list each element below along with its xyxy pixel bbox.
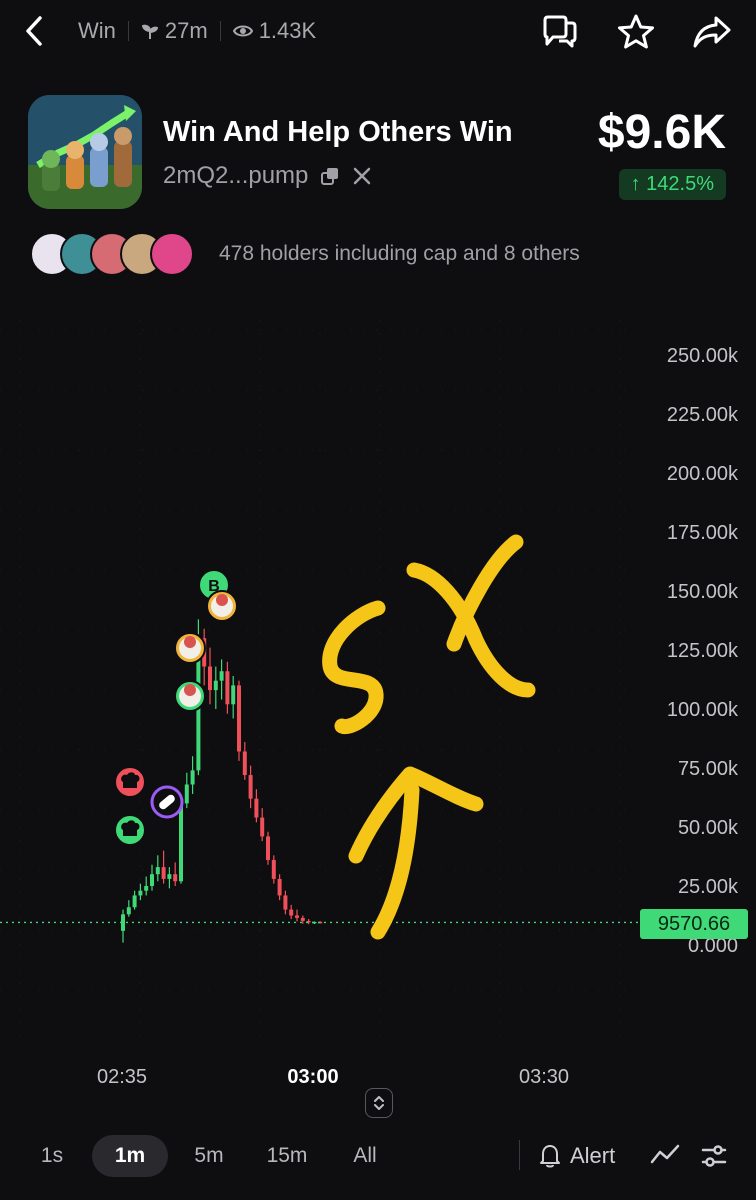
divider [519, 1140, 520, 1170]
avatar-icon [216, 594, 228, 606]
token-address-row: 2mQ2...pump [163, 162, 372, 190]
copy-icon[interactable] [320, 166, 340, 186]
candle-body [289, 909, 294, 916]
candle-body [277, 878, 282, 896]
candle-body [132, 895, 137, 908]
y-tick-label: 125.00k [667, 640, 739, 662]
ticker-label: Win [78, 18, 116, 43]
candle-body [237, 685, 241, 752]
indicator-line-icon[interactable] [650, 1142, 680, 1168]
candle-body [219, 671, 224, 681]
handwritten-annotation [406, 562, 536, 698]
candle-body [231, 685, 236, 705]
avatar-icon [184, 684, 196, 696]
candle-body [254, 798, 259, 818]
candle-body [225, 671, 230, 705]
tf-15m[interactable]: 15m [256, 1135, 318, 1177]
x-tick-label: 02:35 [97, 1066, 147, 1088]
holders-summary: 478 holders including cap and 8 others [219, 242, 580, 265]
candle-body [155, 867, 160, 875]
candle-body [242, 751, 247, 776]
chevron-up-down-icon [374, 1096, 384, 1110]
age-label: 27m [164, 18, 208, 43]
tf-5m[interactable]: 5m [182, 1135, 236, 1177]
candle-body [300, 917, 305, 921]
sprout-icon [141, 24, 159, 39]
candle-body [190, 770, 195, 785]
candle-body [213, 680, 218, 691]
candle-body [208, 666, 212, 691]
current-price-label: 9570.66 [640, 909, 748, 939]
price-chart[interactable]: 250.00k 225.00k 200.00k 175.00k 150.00k 125.0… [0, 300, 756, 1120]
favorite-button[interactable] [616, 12, 656, 52]
candle-body [126, 907, 131, 915]
candle-body [144, 886, 149, 891]
views-label: 1.43K [258, 18, 317, 43]
back-button[interactable] [20, 12, 50, 50]
y-tick-label: 175.00k [667, 522, 739, 544]
age-item: 27m [141, 18, 208, 44]
y-tick-label: 100.00k [667, 699, 739, 721]
y-tick-label: 50.00k [678, 817, 739, 839]
holder-avatar [150, 232, 194, 276]
candle-body [179, 803, 183, 882]
alert-button[interactable]: Alert [538, 1135, 615, 1177]
candle-body [260, 817, 265, 837]
price-change-badge: ↑ 142.5% [618, 169, 726, 200]
token-artwork [28, 95, 142, 209]
candle-body [271, 860, 276, 879]
x-twitter-icon[interactable] [352, 166, 372, 186]
candle-body [266, 836, 270, 861]
share-button[interactable] [692, 12, 732, 52]
chevron-left-icon [26, 16, 42, 46]
settings-sliders-icon[interactable] [700, 1142, 728, 1170]
y-tick-label: 225.00k [667, 404, 739, 426]
chat-button[interactable] [540, 12, 580, 52]
candle-body [138, 890, 143, 896]
market-cap: $9.6K [597, 106, 726, 159]
candle-body [150, 874, 154, 886]
handwritten-annotation [446, 534, 524, 652]
token-meta: Win 27m 1.43K [78, 17, 316, 45]
y-tick-label: 75.00k [678, 758, 739, 780]
divider [219, 21, 221, 41]
x-tick-label: 03:00 [287, 1066, 338, 1088]
top-actions [540, 12, 732, 52]
alert-label: Alert [570, 1143, 616, 1168]
share-icon [693, 16, 731, 48]
contract-address: 2mQ2...pump [163, 162, 309, 189]
holder-avatars[interactable] [30, 232, 194, 276]
candle-body [184, 784, 189, 804]
divider [127, 21, 129, 41]
token-image [28, 95, 142, 209]
top-bar: Win 27m 1.43K [0, 0, 756, 62]
tf-1m[interactable]: 1m [92, 1135, 168, 1177]
y-tick-label: 200.00k [667, 463, 739, 485]
bell-icon [540, 1145, 560, 1168]
candle-body [295, 915, 299, 918]
avatar-icon [184, 636, 196, 648]
y-tick-label: 250.00k [667, 345, 739, 367]
handwritten-annotation [322, 600, 386, 735]
candle-body [173, 874, 178, 882]
expand-chart-button[interactable] [365, 1088, 393, 1118]
chat-bubbles-icon [543, 15, 577, 48]
y-tick-label: 25.00k [678, 876, 739, 898]
star-icon [618, 14, 654, 49]
tf-all[interactable]: All [340, 1135, 390, 1177]
eye-icon [232, 25, 253, 37]
timeframe-bar: 1s 1m 5m 15m All Alert [0, 1130, 756, 1190]
candle-body [248, 775, 253, 799]
candle-body [161, 867, 166, 879]
candle-body [167, 874, 172, 879]
x-tick-label: 03:30 [519, 1066, 569, 1088]
tf-1s[interactable]: 1s [30, 1135, 74, 1177]
token-name: Win And Help Others Win [163, 116, 513, 148]
views-item: 1.43K [232, 18, 317, 44]
candle-body [283, 895, 288, 910]
y-tick-label: 150.00k [667, 581, 739, 603]
